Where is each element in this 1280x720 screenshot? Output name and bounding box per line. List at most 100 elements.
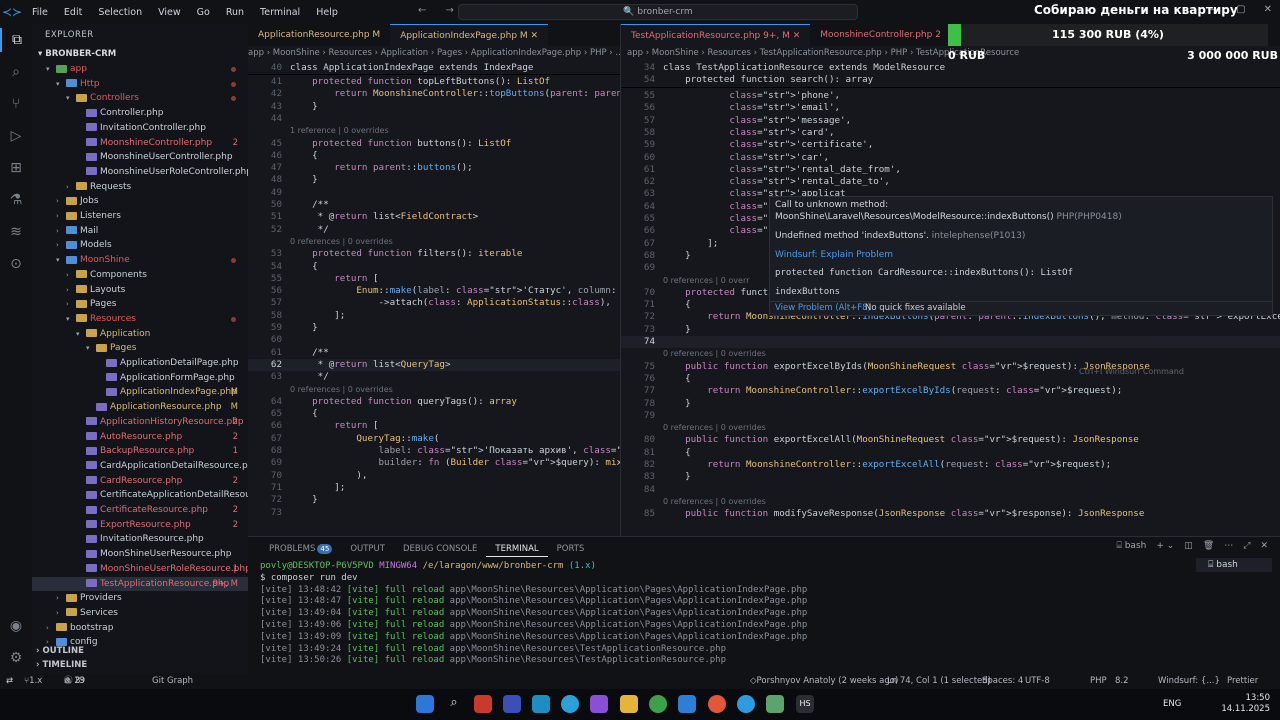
tree-item[interactable]: CertificateResource.php 2 [32, 503, 248, 518]
code-line[interactable]: 73 [248, 507, 290, 519]
tree-item[interactable]: ApplicationFormPage.php [32, 371, 248, 386]
code-line[interactable]: 70 protected functi [621, 287, 774, 299]
search-icon[interactable]: ⌕ [445, 695, 463, 713]
editor-tab[interactable]: ApplicationIndexPage.php M ✕ [390, 24, 549, 46]
nav-back-forward[interactable]: ← → [418, 5, 462, 16]
branch-indicator[interactable]: ⑂ 1.x [24, 673, 42, 689]
tab-ports[interactable]: PORTS [548, 541, 594, 557]
tree-item[interactable]: › Pages [32, 297, 248, 312]
tree-item[interactable]: › Components [32, 268, 248, 283]
code-line[interactable]: 81 { [621, 447, 691, 459]
editor-tab[interactable]: ApplicationResource.php M [248, 24, 390, 46]
code-line[interactable]: 68 label: class="str">'Показать архив', … [248, 445, 620, 457]
code-line[interactable]: 58 ]; [248, 310, 345, 322]
tree-item[interactable]: InvitationResource.php [32, 532, 248, 547]
code-line[interactable]: 82 return MoonshineController::exportExc… [621, 459, 1111, 471]
code-line[interactable]: 61 /** [248, 347, 329, 359]
code-line[interactable]: 66 return [ [248, 420, 379, 432]
code-line[interactable]: 68 } [621, 250, 691, 262]
view-problem-link[interactable]: View Problem (Alt+F8) [775, 303, 871, 313]
menu-go[interactable]: Go [189, 7, 218, 18]
tree-item[interactable]: › Mail [32, 224, 248, 239]
windsurf-icon[interactable]: ≋ [0, 220, 32, 244]
edge-icon[interactable] [737, 695, 755, 713]
code-line[interactable]: 46 { [248, 150, 318, 162]
menu-selection[interactable]: Selection [90, 7, 150, 18]
tree-item[interactable]: CardResource.php 2 [32, 474, 248, 489]
code-line[interactable]: 73 } [621, 324, 691, 336]
code-line[interactable]: 54 { [248, 261, 318, 273]
remote-indicator[interactable]: ⇄ [6, 673, 13, 689]
tree-item[interactable]: › Providers [32, 591, 248, 606]
tree-item[interactable]: Controller.php [32, 106, 248, 121]
explorer-icon[interactable]: ⧉ [0, 28, 32, 52]
tree-item[interactable]: › Services [32, 606, 248, 621]
terminal-shell-icon[interactable]: ⌸ bash [1116, 541, 1146, 551]
run-debug-icon[interactable]: ▷ [0, 124, 32, 148]
code-line[interactable]: 44 [248, 113, 290, 125]
tree-item[interactable]: ApplicationHistoryResource.php 2 [32, 415, 248, 430]
code-line[interactable]: 55 return [ [248, 273, 379, 285]
app-icon[interactable]: HS [796, 695, 814, 713]
tree-item[interactable]: AutoResource.php 2 [32, 430, 248, 445]
code-line[interactable]: 80 public function exportExcelAll(MoonSh… [621, 434, 1139, 446]
code-line[interactable]: 57 ->attach(class: ApplicationStatus::cl… [248, 297, 611, 309]
code-line[interactable]: 51 * @return list<FieldContract> [248, 211, 478, 223]
code-line[interactable]: 56 class="str">'email', [621, 102, 840, 114]
tree-item[interactable]: › Requests [32, 180, 248, 195]
code-line[interactable]: 48 } [248, 174, 318, 186]
code-line[interactable]: 69 builder: fn (Builder class="vr">$quer… [248, 457, 620, 469]
code-line[interactable]: 50 /** [248, 199, 329, 211]
code-line[interactable]: 56 Enum::make(label: class="str">'Статус… [248, 285, 620, 297]
flask-icon[interactable]: ⚗ [0, 188, 32, 212]
code-line[interactable]: 61 class="str">'rental_date_from', [621, 164, 901, 176]
tree-item[interactable]: InvitationController.php [32, 121, 248, 136]
app-icon[interactable] [590, 695, 608, 713]
tree-item[interactable]: ▾ Resources [32, 312, 248, 327]
code-line[interactable]: 55 class="str">'phone', [621, 90, 840, 102]
code-line[interactable]: 62 class="str">'rental_date_to', [621, 176, 890, 188]
code-line[interactable]: 41 protected function topLeftButtons(): … [248, 76, 550, 88]
code-line[interactable]: 59 class="str">'certificate', [621, 139, 873, 151]
code-line[interactable]: 53 protected function filters(): iterabl… [248, 248, 522, 260]
tree-item[interactable]: ▾ Controllers [32, 91, 248, 106]
code-line[interactable]: 69 [621, 262, 663, 274]
command-center-search[interactable]: 🔍 bronber-crm [458, 4, 858, 20]
new-terminal-icon[interactable]: + ⌄ [1156, 541, 1174, 551]
terminal-list-item[interactable]: ⌸ bash [1196, 558, 1272, 572]
timeline-section[interactable]: › TIMELINE [32, 658, 248, 673]
tree-item[interactable]: › Models [32, 238, 248, 253]
code-line[interactable]: 75 public function exportExcelByIds(Moon… [621, 361, 1150, 373]
code-line[interactable]: 78 } [621, 398, 691, 410]
tree-item[interactable]: MoonShineUserRoleResource.php 1 [32, 562, 248, 577]
menu-edit[interactable]: Edit [56, 7, 90, 18]
tree-item[interactable]: › bootstrap [32, 621, 248, 636]
app-icon[interactable] [766, 695, 784, 713]
codelens-references[interactable]: 0 references | 0 overrides [290, 384, 393, 396]
close-panel-icon[interactable]: ✕ [1260, 541, 1268, 551]
windsurf-explain-link[interactable]: Windsurf: Explain Problem [775, 249, 893, 262]
code-line[interactable]: 60 [248, 334, 290, 346]
input-language[interactable]: ENG [1163, 699, 1181, 709]
code-line[interactable]: 74 [621, 336, 663, 348]
tree-item[interactable]: MoonshineController.php 2 [32, 136, 248, 151]
git-blame-indicator[interactable]: ◇ Porshnyov Anatoly (2 weeks ago) [750, 673, 898, 689]
encoding-indicator[interactable]: UTF-8 [1025, 673, 1050, 689]
tab-output[interactable]: OUTPUT [341, 541, 394, 557]
file-explorer-icon[interactable] [620, 695, 638, 713]
code-line[interactable]: 67 QueryTag::make( [248, 433, 440, 445]
filezilla-icon[interactable] [474, 695, 492, 713]
language-mode[interactable]: PHP [1090, 673, 1107, 689]
tree-item[interactable]: ▾ MoonShine [32, 253, 248, 268]
tree-item[interactable]: ApplicationIndexPage.php M [32, 385, 248, 400]
tree-item[interactable]: MoonShineUserResource.php [32, 547, 248, 562]
tree-item[interactable]: CardApplicationDetailResource.php [32, 459, 248, 474]
app-icon[interactable] [503, 695, 521, 713]
code-line[interactable]: 62 * @return list<QueryTag> [248, 359, 451, 371]
tree-item[interactable]: ▾ app [32, 62, 248, 77]
code-line[interactable]: 67 ]; [621, 238, 718, 250]
tab-terminal[interactable]: TERMINAL [486, 541, 548, 557]
maximize-panel-icon[interactable]: ⤢ [1243, 541, 1250, 551]
cursor-position[interactable]: Ln 74, Col 1 (1 selected) [887, 673, 991, 689]
code-line[interactable]: 42 return MoonshineController::topButton… [248, 88, 620, 100]
